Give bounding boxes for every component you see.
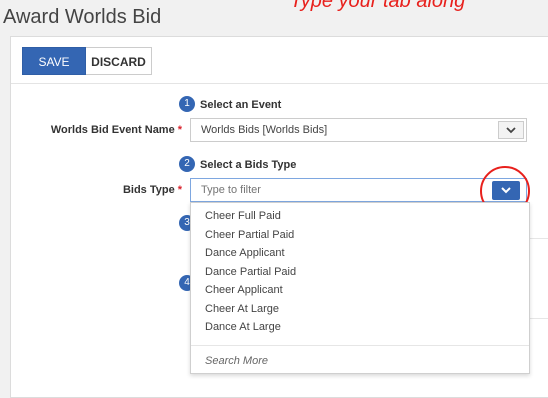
event-name-value: Worlds Bids [Worlds Bids] [201,124,328,136]
search-more-link[interactable]: Search More [191,352,529,370]
toolbar-divider [11,83,548,84]
dropdown-divider [191,344,529,346]
action-button-group: SAVE DISCARD [22,47,152,75]
step-1-badge: 1 [179,96,195,112]
bids-type-label: Bids Type * [0,184,182,196]
bids-type-filter-input[interactable] [190,178,527,202]
list-item[interactable]: Dance At Large [191,318,529,337]
event-name-select[interactable]: Worlds Bids [Worlds Bids] [190,118,527,142]
list-item[interactable]: Cheer At Large [191,300,529,319]
list-item[interactable]: Dance Applicant [191,244,529,263]
required-marker: * [177,124,182,136]
event-name-label: Worlds Bid Event Name * [0,124,182,136]
event-name-label-text: Worlds Bid Event Name [50,124,175,136]
step-1-title: Select an Event [200,99,282,111]
save-button[interactable]: SAVE [22,47,86,75]
list-item[interactable]: Cheer Full Paid [191,207,529,226]
discard-button[interactable]: DISCARD [86,47,152,75]
bids-type-dropdown-list: Cheer Full Paid Cheer Partial Paid Dance… [190,202,530,374]
page-title: Award Worlds Bid [3,6,162,28]
bids-type-label-text: Bids Type [122,184,175,196]
list-item[interactable]: Cheer Applicant [191,281,529,300]
required-marker: * [177,184,182,196]
chevron-down-icon[interactable] [498,121,524,139]
list-item[interactable]: Dance Partial Paid [191,263,529,282]
step-2-title: Select a Bids Type [200,159,297,171]
list-item[interactable]: Cheer Partial Paid [191,226,529,245]
annotation-top-text: Type your tab along [290,0,466,12]
step-2-badge: 2 [179,156,195,172]
